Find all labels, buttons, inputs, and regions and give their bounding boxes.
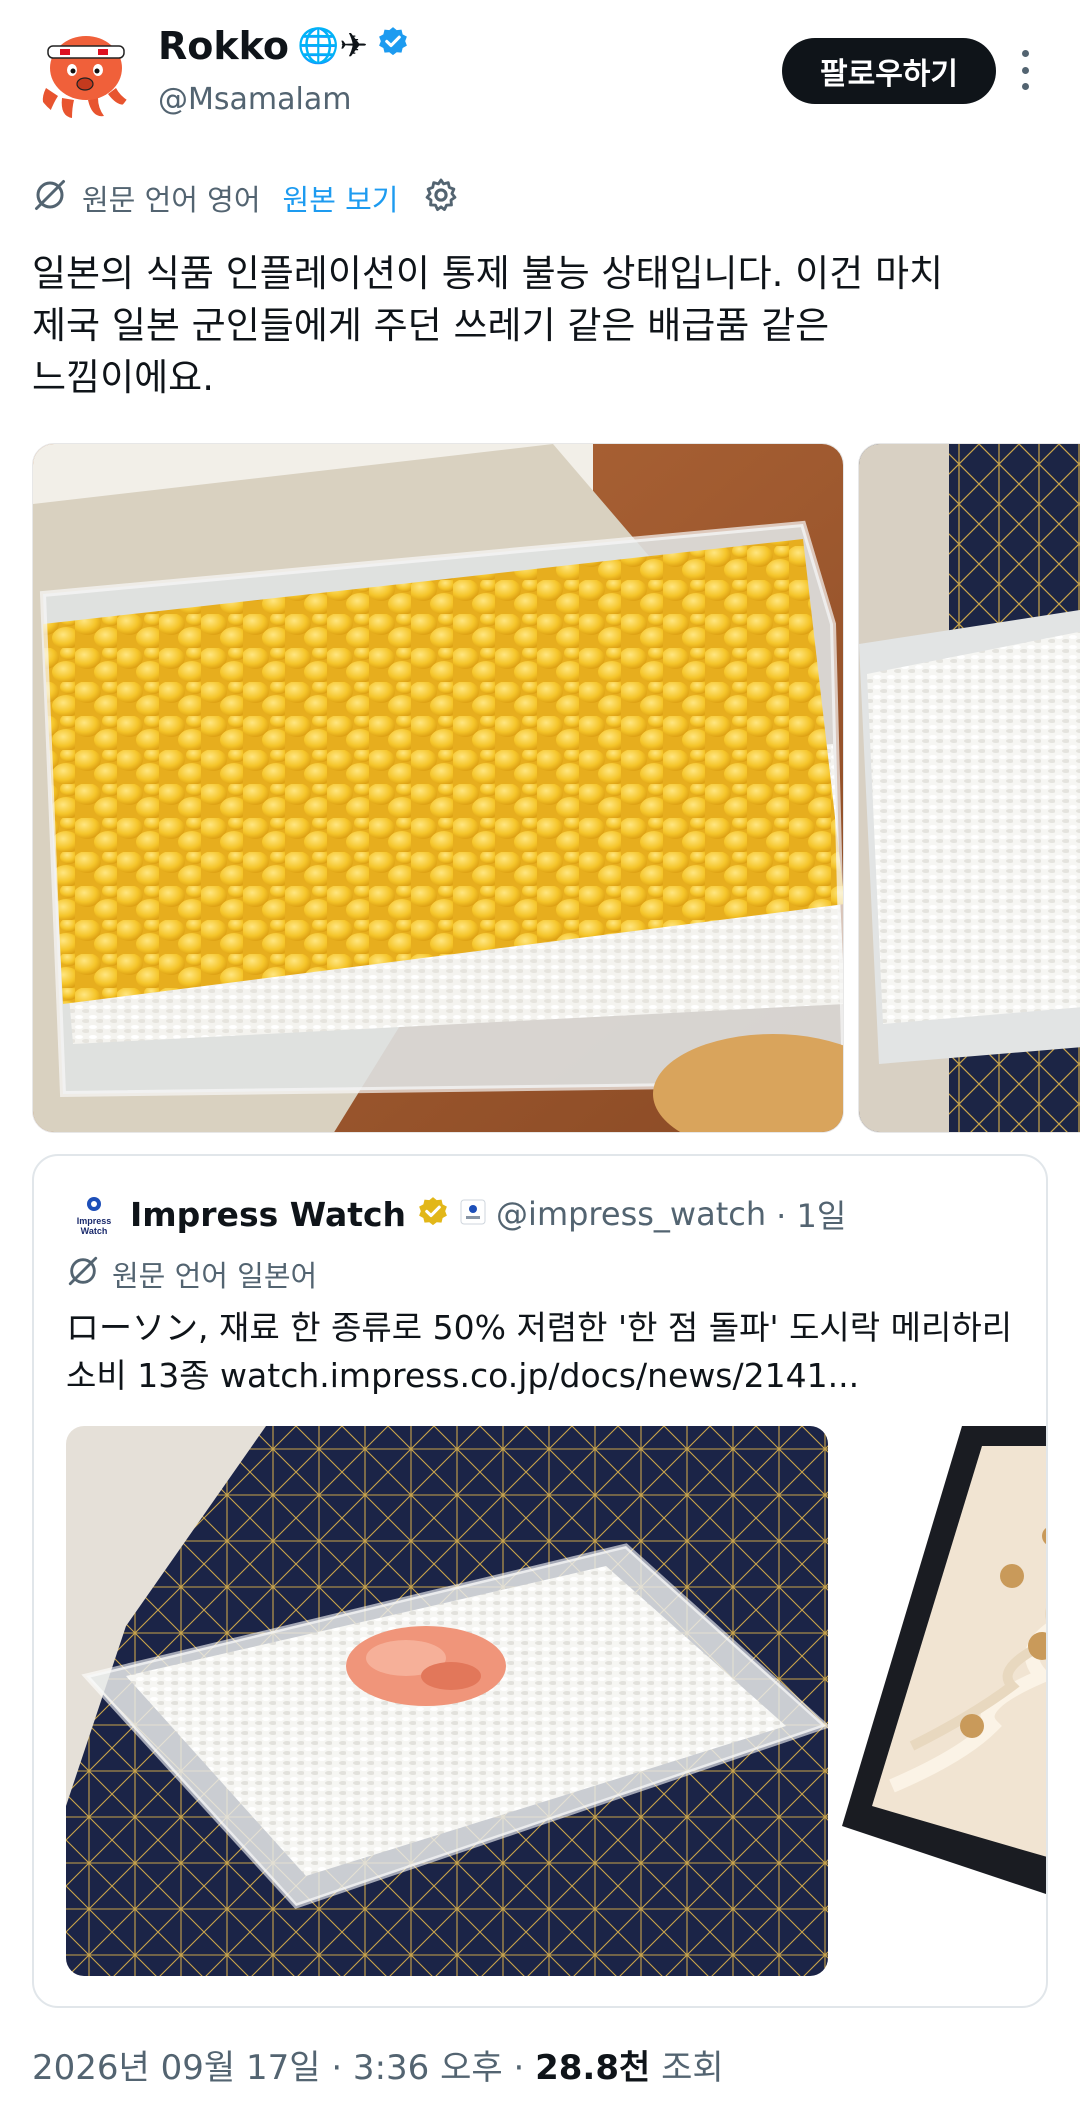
translate-icon: [66, 1254, 100, 1295]
quoted-text-line: ローソン, 재료 한 종류로 50% 저렴한 '한 점 돌파' 도시락 메리하리: [66, 1308, 1013, 1347]
tweet-text-line: 일본의 식품 인플레이션이 통제 불능 상태입니다. 이건 마치: [32, 252, 944, 295]
affiliate-badge-icon: [460, 1199, 486, 1229]
translate-icon: [32, 177, 68, 220]
tweet-text: 일본의 식품 인플레이션이 통제 불능 상태입니다. 이건 마치 제국 일본 군…: [32, 248, 1042, 404]
author-display-name[interactable]: Rokko 🌐✈: [158, 24, 410, 68]
quoted-timestamp[interactable]: · 1일: [776, 1191, 846, 1237]
quoted-translate-label: 원문 언어 일본어: [112, 1259, 318, 1293]
quoted-translate-row: 원문 언어 일본어: [66, 1252, 317, 1296]
author-name-emojis: 🌐✈: [297, 26, 368, 66]
tweet-text-line: 느낌이에요.: [32, 356, 214, 399]
logo-text-impress: Impress: [77, 1216, 112, 1226]
tweet-text-line: 제국 일본 군인들에게 주던 쓰레기 같은 배급품 같은: [32, 304, 830, 347]
author-name-text: Rokko: [158, 24, 289, 68]
tweet-meta: 2026년 09월 17일 · 3:36 오후 · 28.8천 조회: [32, 2040, 724, 2089]
author-handle[interactable]: @Msamalam: [158, 82, 351, 117]
quoted-image-udon-box[interactable]: [842, 1426, 1046, 1976]
quoted-author-handle[interactable]: @impress_watch: [496, 1195, 766, 1233]
tweet-image-corn-bento[interactable]: [32, 443, 844, 1133]
translate-language-label: 원문 언어 영어: [82, 183, 261, 217]
avatar[interactable]: [32, 18, 136, 122]
gear-icon[interactable]: [422, 176, 460, 221]
tweet-timestamp[interactable]: 2026년 09월 17일 · 3:36 오후 ·: [32, 2048, 524, 2088]
quoted-author-name[interactable]: Impress Watch: [130, 1195, 406, 1234]
view-original-link[interactable]: 원본 보기: [283, 177, 399, 219]
translate-row: 원문 언어 영어 원본 보기: [32, 176, 460, 220]
quoted-text: ローソン, 재료 한 종류로 50% 저렴한 '한 점 돌파' 도시락 메리하리…: [66, 1304, 1041, 1400]
logo-text-watch: Watch: [81, 1226, 108, 1236]
quoted-tweet-card[interactable]: Impress Watch Impress Watch @impress_wat…: [32, 1154, 1048, 2008]
verified-gold-badge-icon: [416, 1195, 450, 1233]
quoted-header: Impress Watch @impress_watch · 1일: [130, 1188, 846, 1240]
view-count-label: 조회: [661, 2048, 724, 2088]
more-options-icon[interactable]: [1010, 50, 1040, 90]
tweet-image-rice-bento[interactable]: [858, 443, 1080, 1133]
follow-button[interactable]: 팔로우하기: [782, 38, 996, 104]
quoted-image-salmon-rice[interactable]: [66, 1426, 828, 1976]
verified-badge-icon: [376, 24, 410, 68]
quoted-author-avatar[interactable]: Impress Watch: [70, 1192, 118, 1240]
quoted-text-line[interactable]: 소비 13종 watch.impress.co.jp/docs/news/214…: [66, 1352, 1041, 1400]
view-count: 28.8천: [535, 2048, 651, 2088]
